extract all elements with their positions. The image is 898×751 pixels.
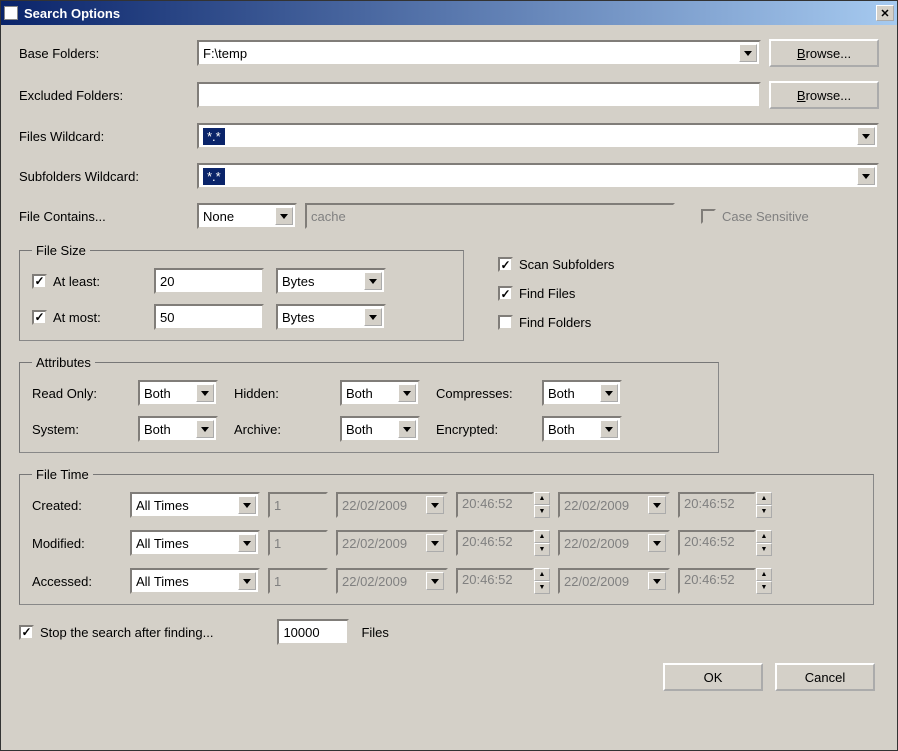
excluded-folders-input[interactable] <box>197 82 761 108</box>
hidden-combo[interactable]: Both <box>340 380 420 406</box>
chevron-down-icon[interactable] <box>196 420 214 438</box>
accessed-time1-spinner: 20:46:52▲▼ <box>456 568 550 594</box>
accessed-date2-combo: 22/02/2009 <box>558 568 670 594</box>
attributes-legend: Attributes <box>32 355 95 370</box>
chevron-down-icon <box>648 534 666 552</box>
window-title: Search Options <box>24 6 120 21</box>
compresses-combo[interactable]: Both <box>542 380 622 406</box>
ok-button[interactable]: OK <box>663 663 763 691</box>
modified-date2-combo: 22/02/2009 <box>558 530 670 556</box>
base-folders-combo[interactable]: F:\temp <box>197 40 761 66</box>
created-date2-combo: 22/02/2009 <box>558 492 670 518</box>
checkbox-icon: ✓ <box>32 310 47 325</box>
chevron-down-icon <box>426 496 444 514</box>
created-n-input <box>268 492 328 518</box>
created-time2-spinner: 20:46:52▲▼ <box>678 492 772 518</box>
subfolders-wildcard-combo[interactable]: *.* <box>197 163 879 189</box>
at-least-input[interactable] <box>154 268 264 294</box>
chevron-down-icon[interactable] <box>238 572 256 590</box>
created-time1-spinner: 20:46:52▲▼ <box>456 492 550 518</box>
accessed-label: Accessed: <box>32 574 122 589</box>
at-least-checkbox[interactable]: ✓ At least: <box>32 274 142 289</box>
chevron-down-icon <box>648 496 666 514</box>
scan-subfolders-checkbox[interactable]: ✓ Scan Subfolders <box>498 257 614 272</box>
checkbox-icon: ✓ <box>498 257 513 272</box>
at-most-checkbox[interactable]: ✓ At most: <box>32 310 142 325</box>
browse-excluded-button[interactable]: Browse... <box>769 81 879 109</box>
file-contains-mode-value: None <box>203 209 234 224</box>
base-folders-label: Base Folders: <box>19 46 189 61</box>
chevron-down-icon[interactable] <box>857 127 875 145</box>
encrypted-label: Encrypted: <box>436 422 526 437</box>
browse-base-button[interactable]: Browse... <box>769 39 879 67</box>
archive-label: Archive: <box>234 422 324 437</box>
app-icon <box>4 6 18 20</box>
subfolders-wildcard-label: Subfolders Wildcard: <box>19 169 189 184</box>
chevron-down-icon <box>426 534 444 552</box>
chevron-down-icon <box>426 572 444 590</box>
chevron-down-icon[interactable] <box>398 384 416 402</box>
file-contains-input <box>305 203 675 229</box>
modified-time1-spinner: 20:46:52▲▼ <box>456 530 550 556</box>
chevron-down-icon[interactable] <box>364 272 382 290</box>
checkbox-icon <box>498 315 513 330</box>
modified-n-input <box>268 530 328 556</box>
modified-time2-spinner: 20:46:52▲▼ <box>678 530 772 556</box>
at-most-input[interactable] <box>154 304 264 330</box>
find-files-checkbox[interactable]: ✓ Find Files <box>498 286 614 301</box>
base-folders-value: F:\temp <box>203 46 247 61</box>
modified-mode-combo[interactable]: All Times <box>130 530 260 556</box>
read-only-combo[interactable]: Both <box>138 380 218 406</box>
file-contains-label: File Contains... <box>19 209 189 224</box>
created-label: Created: <box>32 498 122 513</box>
accessed-mode-combo[interactable]: All Times <box>130 568 260 594</box>
file-contains-mode-combo[interactable]: None <box>197 203 297 229</box>
chevron-down-icon[interactable] <box>275 207 293 225</box>
chevron-down-icon[interactable] <box>196 384 214 402</box>
chevron-down-icon[interactable] <box>238 534 256 552</box>
archive-combo[interactable]: Both <box>340 416 420 442</box>
checkbox-icon <box>701 209 716 224</box>
cancel-button[interactable]: Cancel <box>775 663 875 691</box>
files-wildcard-combo[interactable]: *.* <box>197 123 879 149</box>
modified-label: Modified: <box>32 536 122 551</box>
file-size-legend: File Size <box>32 243 90 258</box>
checkbox-icon: ✓ <box>19 625 34 640</box>
files-wildcard-label: Files Wildcard: <box>19 129 189 144</box>
excluded-folders-label: Excluded Folders: <box>19 88 189 103</box>
stop-after-checkbox[interactable]: ✓ Stop the search after finding... <box>19 625 213 640</box>
system-label: System: <box>32 422 122 437</box>
accessed-date1-combo: 22/02/2009 <box>336 568 448 594</box>
accessed-n-input <box>268 568 328 594</box>
chevron-down-icon[interactable] <box>600 420 618 438</box>
encrypted-combo[interactable]: Both <box>542 416 622 442</box>
files-label: Files <box>361 625 388 640</box>
chevron-down-icon[interactable] <box>600 384 618 402</box>
created-mode-combo[interactable]: All Times <box>130 492 260 518</box>
chevron-down-icon[interactable] <box>364 308 382 326</box>
accessed-time2-spinner: 20:46:52▲▼ <box>678 568 772 594</box>
at-most-unit-combo[interactable]: Bytes <box>276 304 386 330</box>
close-button[interactable]: ✕ <box>876 5 894 21</box>
files-wildcard-value: *.* <box>203 128 225 145</box>
find-folders-checkbox[interactable]: Find Folders <box>498 315 614 330</box>
created-date1-combo: 22/02/2009 <box>336 492 448 518</box>
checkbox-icon: ✓ <box>498 286 513 301</box>
subfolders-wildcard-value: *.* <box>203 168 225 185</box>
read-only-label: Read Only: <box>32 386 122 401</box>
chevron-down-icon[interactable] <box>238 496 256 514</box>
chevron-down-icon <box>648 572 666 590</box>
compresses-label: Compresses: <box>436 386 526 401</box>
hidden-label: Hidden: <box>234 386 324 401</box>
chevron-down-icon[interactable] <box>398 420 416 438</box>
checkbox-icon: ✓ <box>32 274 47 289</box>
chevron-down-icon[interactable] <box>739 44 757 62</box>
modified-date1-combo: 22/02/2009 <box>336 530 448 556</box>
at-least-unit-combo[interactable]: Bytes <box>276 268 386 294</box>
file-time-legend: File Time <box>32 467 93 482</box>
case-sensitive-checkbox: Case Sensitive <box>701 209 809 224</box>
stop-after-input[interactable] <box>277 619 349 645</box>
system-combo[interactable]: Both <box>138 416 218 442</box>
chevron-down-icon[interactable] <box>857 167 875 185</box>
